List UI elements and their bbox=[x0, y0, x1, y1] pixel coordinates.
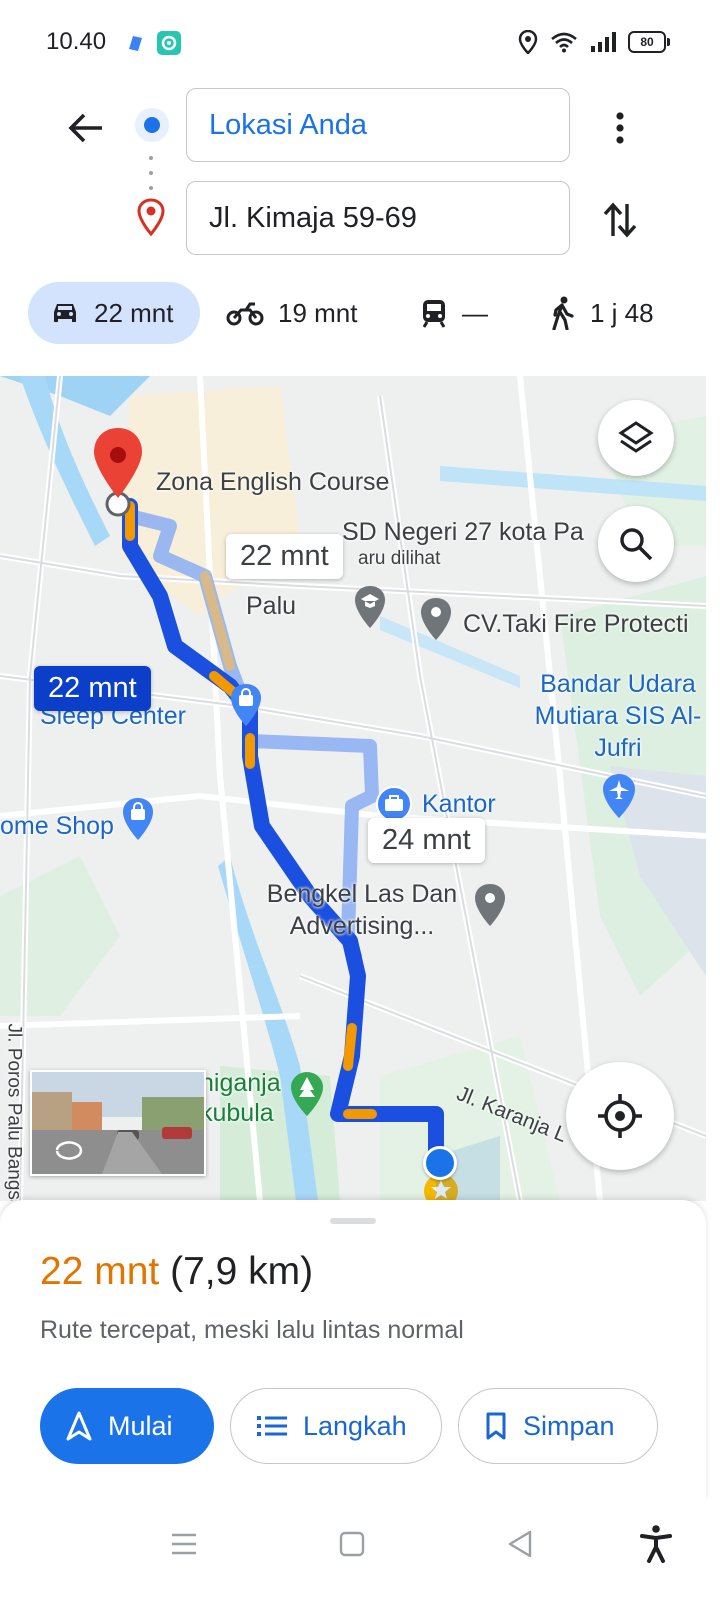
recents-button[interactable] bbox=[164, 1524, 204, 1564]
map-label-homeshop: ome Shop bbox=[0, 812, 114, 840]
signal-icon bbox=[591, 32, 616, 52]
swap-vert-icon bbox=[603, 202, 637, 238]
map-label-zona: Zona English Course bbox=[156, 468, 390, 496]
transit-icon bbox=[422, 300, 446, 328]
route-connector bbox=[149, 156, 153, 190]
airport-pin-icon bbox=[603, 774, 635, 818]
map-label-baru: aru dilihat bbox=[358, 548, 441, 569]
mode-motorcycle-label: 19 mnt bbox=[278, 297, 358, 328]
system-back-button[interactable] bbox=[500, 1524, 540, 1564]
shopping-pin-icon bbox=[231, 684, 261, 726]
map-view[interactable]: Zona English Course SD Negeri 27 kota Pa… bbox=[0, 376, 706, 1201]
bookmark-icon bbox=[486, 1412, 506, 1440]
walk-icon bbox=[552, 296, 574, 330]
accessibility-button[interactable] bbox=[636, 1524, 676, 1564]
mode-drive-label: 22 mnt bbox=[94, 297, 174, 328]
map-label-bengkel: Bengkel Las Dan Advertising... bbox=[266, 880, 458, 940]
accessibility-icon bbox=[640, 1525, 672, 1563]
home-square-icon bbox=[339, 1531, 365, 1557]
battery-icon: 80 bbox=[628, 31, 670, 53]
menu-icon bbox=[172, 1533, 196, 1555]
mode-walk-label: 1 j 48 bbox=[590, 297, 654, 328]
route-duration: 22 mnt bbox=[40, 1250, 160, 1293]
map-label-kantor: Kantor bbox=[422, 790, 496, 818]
sheet-drag-handle[interactable] bbox=[330, 1218, 376, 1224]
park-pin-icon bbox=[291, 1072, 323, 1116]
mode-drive-tab[interactable]: 22 mnt bbox=[28, 282, 200, 344]
layers-button[interactable] bbox=[598, 400, 674, 476]
location-icon bbox=[518, 30, 538, 54]
school-pin-icon bbox=[355, 586, 385, 628]
map-label-palu: Palu bbox=[246, 592, 297, 620]
more-vert-icon bbox=[616, 112, 624, 144]
origin-input[interactable]: Lokasi Anda bbox=[186, 88, 570, 162]
map-search-button[interactable] bbox=[598, 506, 674, 582]
navigation-arrow-icon bbox=[66, 1411, 92, 1441]
map-label-sd: SD Negeri 27 kota Pa bbox=[342, 518, 584, 546]
current-location-dot bbox=[423, 1146, 457, 1180]
mode-motorcycle-tab[interactable]: 19 mnt bbox=[226, 282, 358, 344]
status-time: 10.40 bbox=[46, 28, 107, 55]
more-options-button[interactable] bbox=[596, 104, 644, 152]
street-view-thumbnail[interactable] bbox=[30, 1070, 206, 1176]
swap-button[interactable] bbox=[596, 196, 644, 244]
car-icon bbox=[54, 304, 76, 322]
shopping-pin-icon bbox=[123, 798, 153, 840]
arrow-back-icon bbox=[68, 113, 102, 143]
start-button-label: Mulai bbox=[108, 1410, 173, 1441]
mode-walk-tab[interactable]: 1 j 48 bbox=[550, 282, 654, 344]
steps-button[interactable]: Langkah bbox=[230, 1388, 442, 1464]
route-eta-alt-1[interactable]: 22 mnt bbox=[226, 534, 343, 579]
app-blue-icon bbox=[129, 36, 142, 51]
route-eta-alt-2[interactable]: 24 mnt bbox=[368, 818, 485, 863]
back-triangle-icon bbox=[508, 1530, 532, 1558]
app-teal-icon bbox=[157, 31, 181, 55]
home-button[interactable] bbox=[332, 1524, 372, 1564]
steps-button-label: Langkah bbox=[303, 1410, 407, 1441]
destination-input[interactable]: Jl. Kimaja 59-69 bbox=[186, 181, 570, 255]
travel-mode-tabs: 22 mnt 19 mnt — 1 j 48 bbox=[0, 282, 720, 346]
search-icon bbox=[620, 528, 653, 561]
origin-dot-icon bbox=[135, 108, 169, 142]
motorcycle-icon bbox=[226, 302, 264, 326]
route-distance: (7,9 km) bbox=[170, 1250, 314, 1293]
destination-pin-icon bbox=[137, 198, 165, 237]
mode-transit-tab[interactable]: — bbox=[420, 282, 488, 344]
mode-transit-label: — bbox=[462, 297, 488, 328]
route-description: Rute tercepat, meski lalu lintas normal bbox=[40, 1316, 464, 1344]
list-icon bbox=[257, 1416, 287, 1436]
layers-icon bbox=[618, 421, 654, 453]
save-button[interactable]: Simpan bbox=[458, 1388, 658, 1464]
place-pin-icon bbox=[475, 884, 505, 926]
crosshair-icon bbox=[598, 1094, 642, 1138]
route-eta-selected[interactable]: 22 mnt bbox=[34, 666, 151, 711]
status-bar: 10.40 80 bbox=[0, 0, 720, 86]
back-button[interactable] bbox=[62, 104, 110, 152]
my-location-button[interactable] bbox=[566, 1062, 674, 1170]
route-summary: 22 mnt (7,9 km) bbox=[40, 1250, 313, 1294]
place-pin-icon bbox=[421, 598, 451, 640]
save-button-label: Simpan bbox=[523, 1410, 615, 1441]
map-label-poros: Jl. Poros Palu Bangsa bbox=[3, 1023, 25, 1201]
street-view-image bbox=[32, 1072, 204, 1174]
map-label-bandara: Bandar Udara Mutiara SIS Al-Jufri bbox=[534, 670, 702, 762]
directions-header: Lokasi Anda Jl. Kimaja 59-69 22 mnt 19 m… bbox=[0, 86, 720, 376]
map-label-hutan: niganja kubula bbox=[200, 1069, 281, 1127]
start-button[interactable]: Mulai bbox=[40, 1388, 214, 1464]
map-label-cvtaki: CV.Taki Fire Protecti bbox=[463, 610, 689, 638]
wifi-icon bbox=[551, 32, 577, 53]
system-nav-bar bbox=[0, 1500, 720, 1600]
route-bottom-sheet: 22 mnt (7,9 km) Rute tercepat, meski lal… bbox=[0, 1200, 706, 1500]
